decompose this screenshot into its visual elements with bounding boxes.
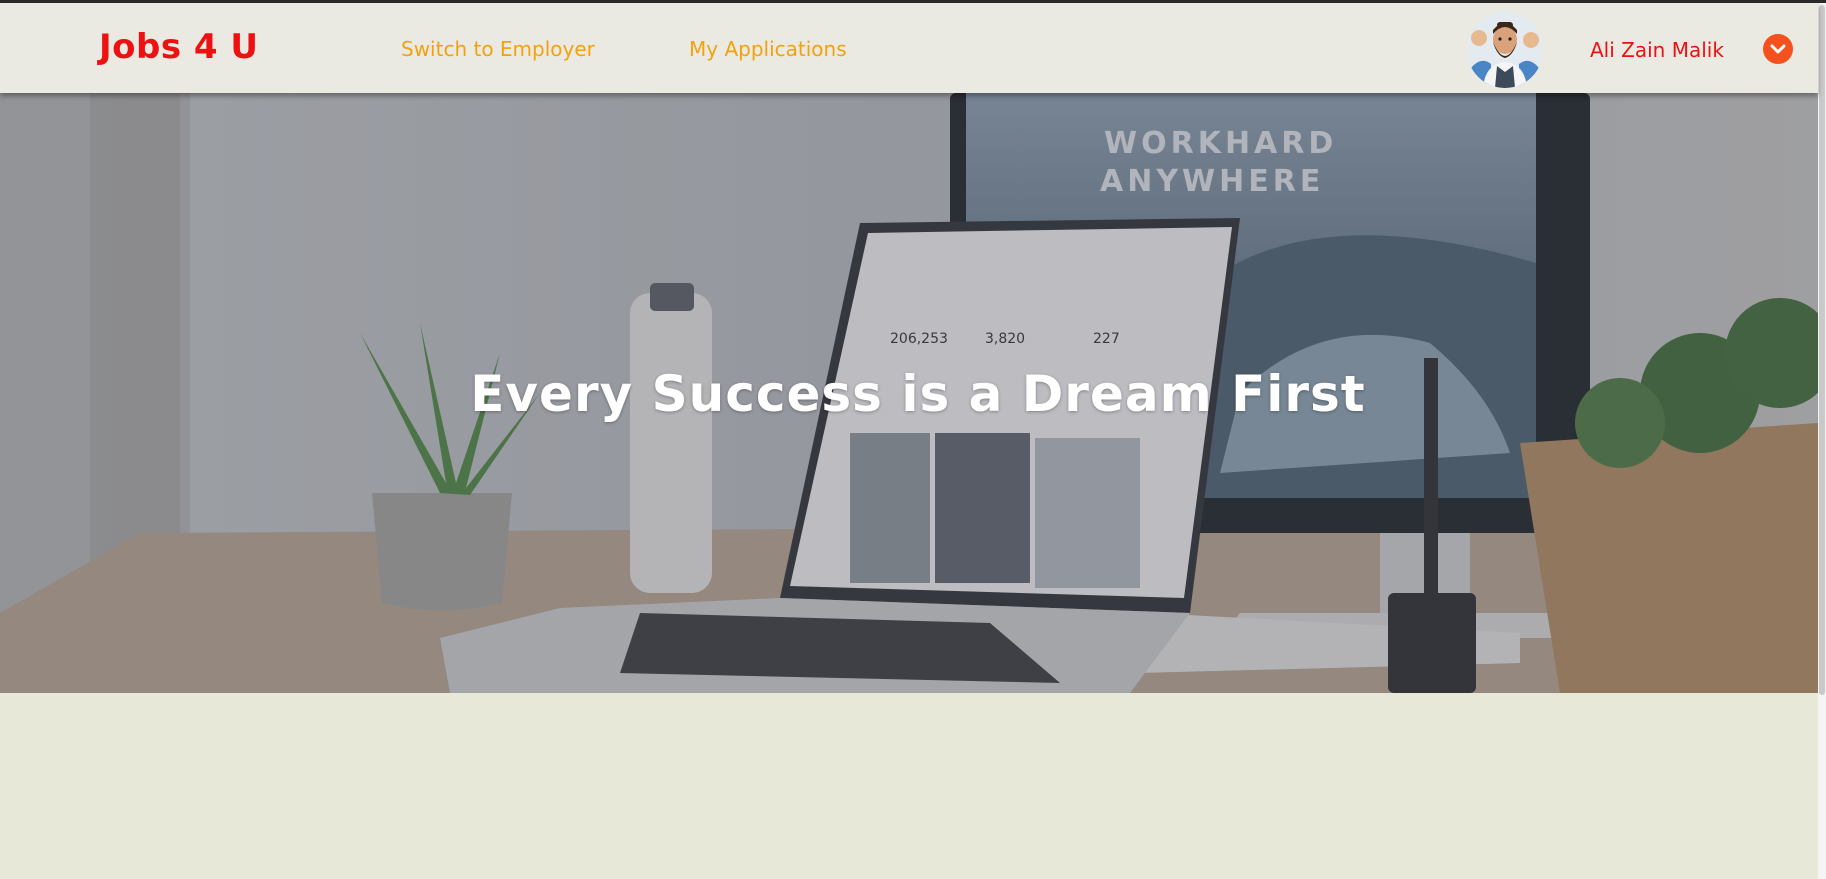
user-name[interactable]: Ali Zain Malik [1590,38,1724,62]
top-navbar: Jobs 4 U Switch to Employer My Applicati… [0,3,1818,93]
hero-title: Every Success is a Dream First [470,365,1366,423]
my-applications-link[interactable]: My Applications [689,37,847,61]
user-avatar[interactable] [1467,12,1543,88]
user-menu-dropdown-button[interactable] [1763,34,1793,64]
page-content-area [0,693,1818,879]
switch-to-employer-link[interactable]: Switch to Employer [401,37,595,61]
avatar-illustration-icon [1467,12,1543,88]
page-scrollbar-thumb[interactable] [1819,5,1825,695]
hero-banner: WORKHARD ANYWHERE 206,253 3,820 227 Ever… [0,93,1818,693]
brand-logo[interactable]: Jobs 4 U [99,27,259,67]
chevron-down-icon [1770,44,1786,54]
